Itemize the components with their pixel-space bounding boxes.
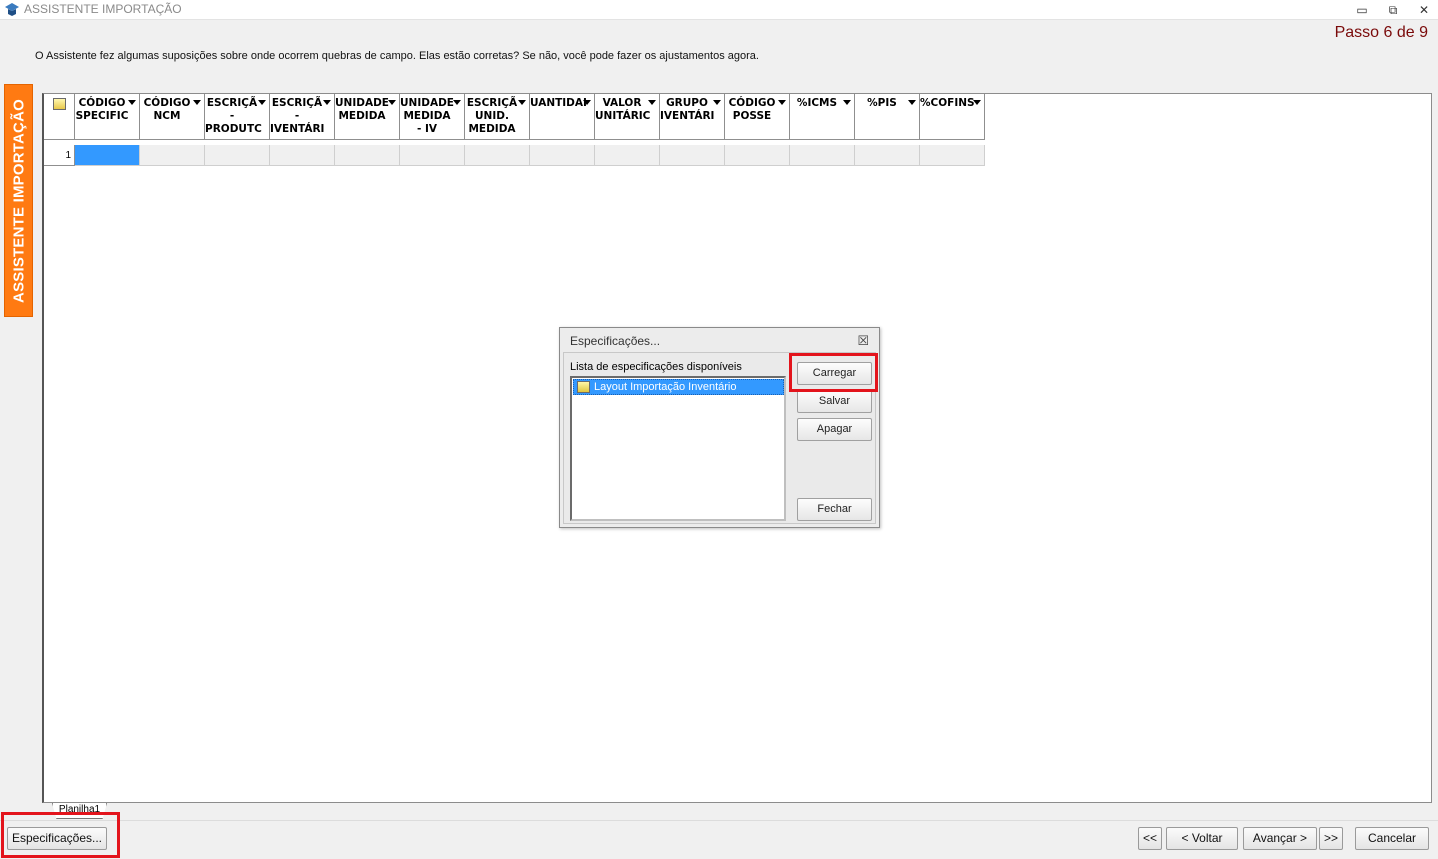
specifications-list[interactable]: Layout Importação Inventário <box>570 376 786 521</box>
highlight-box-load <box>789 353 878 392</box>
table-cell[interactable] <box>595 145 660 166</box>
dropdown-arrow-icon[interactable] <box>778 100 786 105</box>
column-header[interactable]: UNIDADE MEDIDA <box>335 94 400 140</box>
restore-icon[interactable]: ⧉ <box>1383 2 1403 18</box>
highlight-box-specifications <box>1 812 120 858</box>
column-header[interactable]: %ICMS <box>790 94 855 140</box>
table-cell[interactable] <box>660 145 725 166</box>
delete-button[interactable]: Apagar <box>797 418 872 441</box>
bottom-bar: Especificações... << < Voltar Avançar > … <box>0 820 1438 859</box>
step-indicator: Passo 6 de 9 <box>1334 24 1428 41</box>
dropdown-arrow-icon[interactable] <box>388 100 396 105</box>
wizard-side-tab: ASSISTENTE IMPORTAÇÃO <box>4 84 33 317</box>
dropdown-arrow-icon[interactable] <box>908 100 916 105</box>
instruction-text: O Assistente fez algumas suposições sobr… <box>35 50 759 62</box>
column-header[interactable]: GRUPO IVENTÁRI <box>660 94 725 140</box>
dropdown-arrow-icon[interactable] <box>453 100 461 105</box>
table-cell[interactable] <box>75 145 140 166</box>
table-cell[interactable] <box>855 145 920 166</box>
last-step-button[interactable]: >> <box>1319 827 1343 850</box>
dialog-title: Especificações... <box>570 334 661 348</box>
row-number: 1 <box>44 145 75 166</box>
dialog-close-icon[interactable]: ☒ <box>857 333 869 349</box>
select-all-corner[interactable] <box>44 94 75 140</box>
table-cell[interactable] <box>790 145 855 166</box>
column-header[interactable]: ESCRIÇÃ UNID. MEDIDA <box>465 94 530 140</box>
dropdown-arrow-icon[interactable] <box>843 100 851 105</box>
dropdown-arrow-icon[interactable] <box>323 100 331 105</box>
first-step-button[interactable]: << <box>1138 827 1162 850</box>
dropdown-arrow-icon[interactable] <box>193 100 201 105</box>
column-header[interactable]: CÓDIGO NCM <box>140 94 205 140</box>
dropdown-arrow-icon[interactable] <box>583 100 591 105</box>
dropdown-arrow-icon[interactable] <box>258 100 266 105</box>
column-header[interactable]: CÓDIGO SPECIFIC <box>75 94 140 140</box>
dropdown-arrow-icon[interactable] <box>713 100 721 105</box>
table-cell[interactable] <box>725 145 790 166</box>
minimize-icon[interactable]: ▭ <box>1352 2 1372 18</box>
sheet-tab-bar: Planilha1 <box>42 803 1432 820</box>
title-bar: ASSISTENTE IMPORTAÇÃO ▭ ⧉ ✕ <box>0 0 1438 20</box>
table-cell[interactable] <box>140 145 205 166</box>
close-icon[interactable]: ✕ <box>1414 2 1434 18</box>
back-button[interactable]: < Voltar <box>1166 827 1238 850</box>
table-cell[interactable] <box>920 145 985 166</box>
edit-sheet-icon <box>53 98 66 110</box>
app-icon <box>5 3 19 16</box>
window-title: ASSISTENTE IMPORTAÇÃO <box>24 2 182 16</box>
dropdown-arrow-icon[interactable] <box>648 100 656 105</box>
column-header[interactable]: ESCRIÇÃ - IVENTÁRI <box>270 94 335 140</box>
column-header[interactable]: %COFINS <box>920 94 985 140</box>
dropdown-arrow-icon[interactable] <box>973 100 981 105</box>
column-header[interactable]: %PIS <box>855 94 920 140</box>
next-button[interactable]: Avançar > <box>1243 827 1317 850</box>
table-cell[interactable] <box>400 145 465 166</box>
side-tab-label: ASSISTENTE IMPORTAÇÃO <box>10 98 27 303</box>
save-button[interactable]: Salvar <box>797 390 872 413</box>
table-cell[interactable] <box>530 145 595 166</box>
column-header[interactable]: UNIDADE MEDIDA - IV <box>400 94 465 140</box>
list-label: Lista de especificações disponíveis <box>570 361 742 373</box>
dropdown-arrow-icon[interactable] <box>518 100 526 105</box>
specification-icon <box>577 381 590 393</box>
cancel-button[interactable]: Cancelar <box>1355 827 1429 850</box>
column-header[interactable]: ESCRIÇÃ - PRODUTC <box>205 94 270 140</box>
dropdown-arrow-icon[interactable] <box>128 100 136 105</box>
table-cell[interactable] <box>335 145 400 166</box>
column-header[interactable]: UANTIDAI <box>530 94 595 140</box>
column-header[interactable]: CÓDIGO POSSE <box>725 94 790 140</box>
table-cell[interactable] <box>465 145 530 166</box>
column-header[interactable]: VALOR UNITÁRIC <box>595 94 660 140</box>
list-item[interactable]: Layout Importação Inventário <box>573 379 784 395</box>
close-button[interactable]: Fechar <box>797 498 872 521</box>
list-item-label: Layout Importação Inventário <box>594 381 737 393</box>
table-cell[interactable] <box>205 145 270 166</box>
table-cell[interactable] <box>270 145 335 166</box>
